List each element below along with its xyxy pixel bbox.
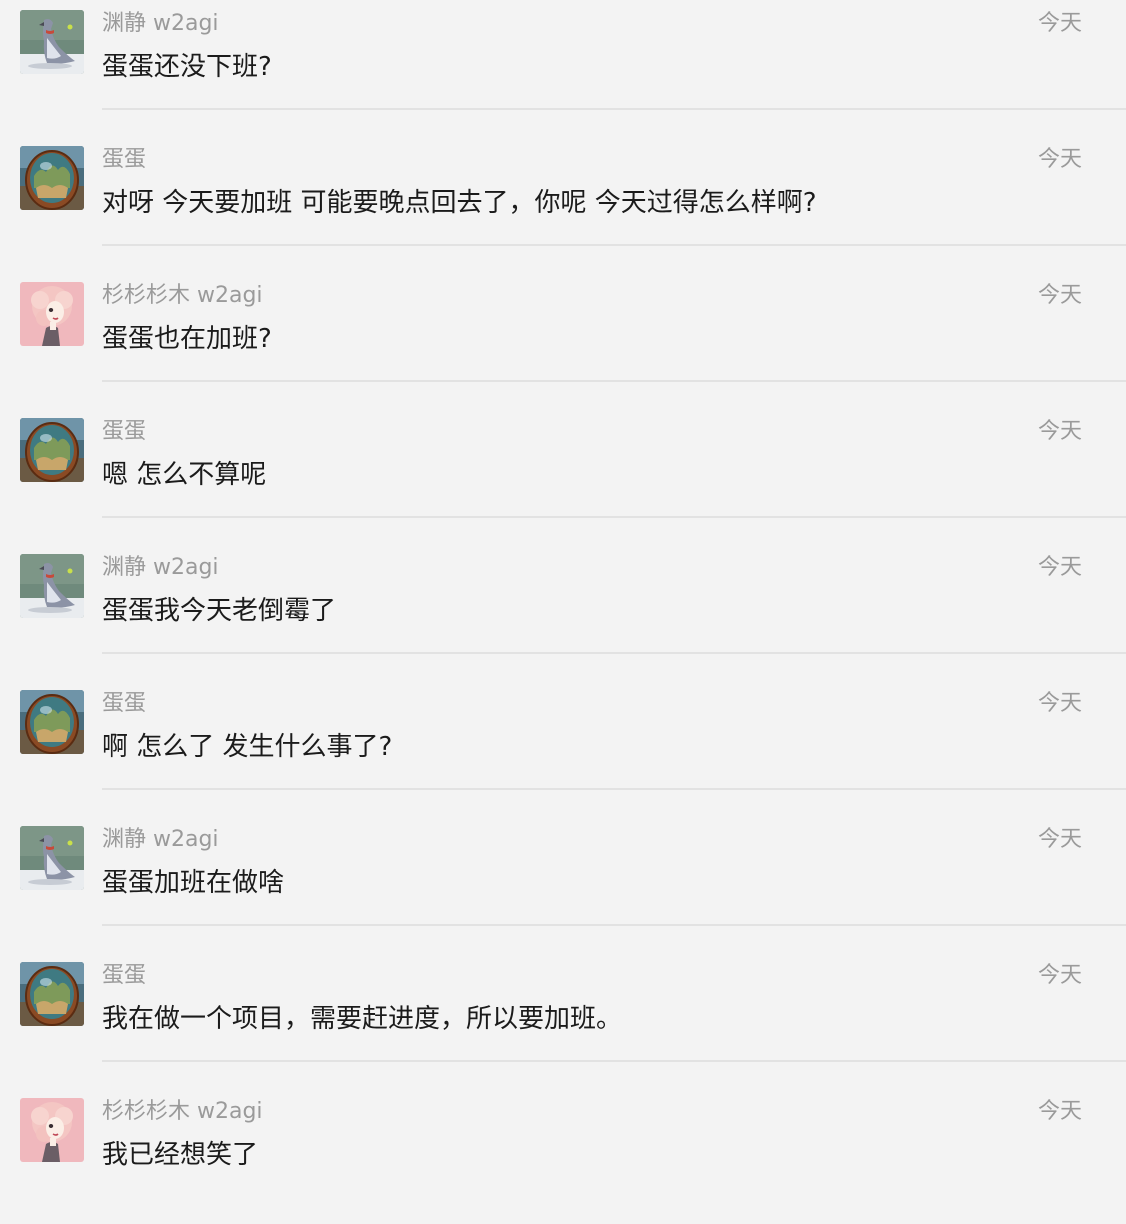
message-item[interactable]: 渊静 w2agi 今天 蛋蛋还没下班? [0,0,1126,136]
egg-avatar[interactable] [20,962,84,1026]
sender-name[interactable]: 杉杉杉木 w2agi [102,1096,263,1128]
penguin-avatar[interactable] [20,10,84,74]
egg-avatar[interactable] [20,690,84,754]
divider [102,1060,1126,1062]
sender-name[interactable]: 渊静 w2agi [102,8,219,40]
sender-name[interactable]: 渊静 w2agi [102,824,219,856]
message-item[interactable]: 杉杉杉木 w2agi 今天 我已经想笑了 [0,1088,1126,1224]
message-time: 今天 [1037,691,1082,716]
message-time: 今天 [1037,555,1082,580]
egg-avatar[interactable] [20,146,84,210]
message-item[interactable]: 蛋蛋 今天 嗯 怎么不算呢 [0,408,1126,544]
message-item[interactable]: 杉杉杉木 w2agi 今天 蛋蛋也在加班? [0,272,1126,408]
message-item[interactable]: 蛋蛋 今天 对呀 今天要加班 可能要晚点回去了，你呢 今天过得怎么样啊? [0,136,1126,272]
divider [102,380,1126,382]
message-time: 今天 [1037,283,1082,308]
penguin-avatar[interactable] [20,826,84,890]
sender-name[interactable]: 渊静 w2agi [102,552,219,584]
divider [102,516,1126,518]
sender-name[interactable]: 蛋蛋 [102,688,146,720]
message-time: 今天 [1037,827,1082,852]
message-text: 蛋蛋也在加班? [102,324,272,354]
message-text: 嗯 怎么不算呢 [102,460,267,490]
message-item[interactable]: 渊静 w2agi 今天 蛋蛋加班在做啥 [0,816,1126,952]
sender-name[interactable]: 蛋蛋 [102,144,146,176]
message-item[interactable]: 蛋蛋 今天 啊 怎么了 发生什么事了? [0,680,1126,816]
sender-name[interactable]: 蛋蛋 [102,416,146,448]
message-list: 渊静 w2agi 今天 蛋蛋还没下班? 蛋蛋 今天 对呀 今天要加班 可能要晚点… [0,0,1126,1188]
message-item[interactable]: 蛋蛋 今天 我在做一个项目，需要赶进度，所以要加班。 [0,952,1126,1088]
message-text: 我在做一个项目，需要赶进度，所以要加班。 [102,1004,623,1034]
egg-avatar[interactable] [20,418,84,482]
divider [102,108,1126,110]
message-text: 对呀 今天要加班 可能要晚点回去了，你呢 今天过得怎么样啊? [102,188,817,218]
message-time: 今天 [1037,1099,1082,1124]
message-time: 今天 [1037,419,1082,444]
sender-name[interactable]: 蛋蛋 [102,960,146,992]
divider [102,788,1126,790]
message-item[interactable]: 渊静 w2agi 今天 蛋蛋我今天老倒霉了 [0,544,1126,680]
message-time: 今天 [1037,147,1082,172]
message-text: 蛋蛋加班在做啥 [102,868,285,898]
message-time: 今天 [1037,11,1082,36]
message-text: 蛋蛋还没下班? [102,52,272,82]
message-time: 今天 [1037,963,1082,988]
sender-name[interactable]: 杉杉杉木 w2agi [102,280,263,312]
divider [102,244,1126,246]
divider [102,924,1126,926]
divider [102,652,1126,654]
pink-hair-avatar[interactable] [20,1098,84,1162]
pink-hair-avatar[interactable] [20,282,84,346]
message-text: 啊 怎么了 发生什么事了? [102,732,393,762]
message-text: 蛋蛋我今天老倒霉了 [102,596,337,626]
penguin-avatar[interactable] [20,554,84,618]
message-text: 我已经想笑了 [102,1140,259,1170]
